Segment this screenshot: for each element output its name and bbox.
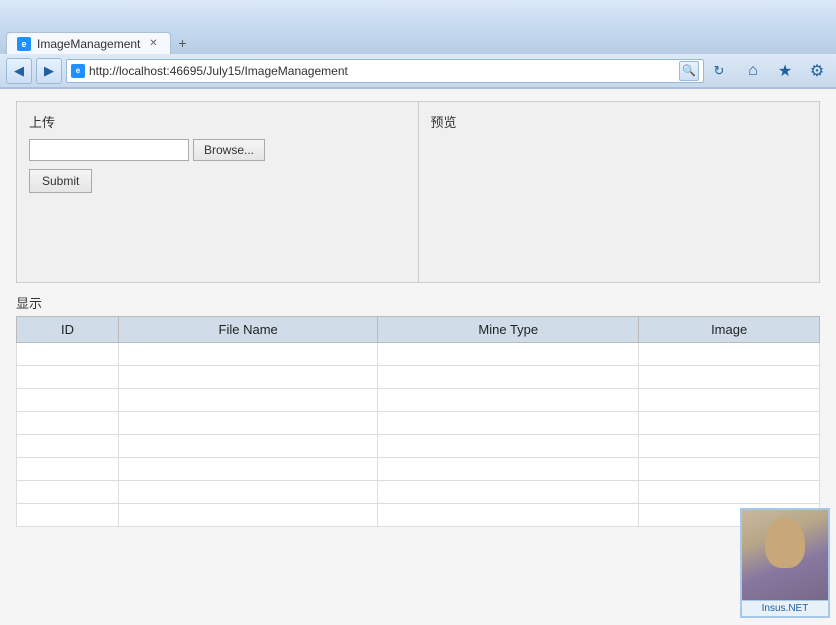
upload-label: 上传 <box>29 112 406 131</box>
tools-button[interactable]: ⚙ <box>804 58 830 84</box>
home-button[interactable]: ⌂ <box>740 58 766 84</box>
submit-button[interactable]: Submit <box>29 169 92 193</box>
tab-title: ImageManagement <box>37 37 140 51</box>
new-tab-button[interactable]: + <box>171 32 193 54</box>
upload-panel: 上传 Browse... Submit <box>17 102 419 282</box>
watermark-label: Insus.NET <box>742 600 828 616</box>
col-image: Image <box>639 317 820 343</box>
back-icon: ◀ <box>14 63 24 79</box>
table-row <box>17 458 820 481</box>
col-minetype: Mine Type <box>378 317 639 343</box>
watermark-photo <box>742 510 828 600</box>
data-table: ID File Name Mine Type Image <box>16 316 820 527</box>
table-row <box>17 366 820 389</box>
address-search-button[interactable]: 🔍 <box>679 61 699 81</box>
address-bar: e 🔍 <box>66 59 704 83</box>
table-header: ID File Name Mine Type Image <box>17 317 820 343</box>
tab-favicon: e <box>17 37 31 51</box>
tools-icon: ⚙ <box>810 61 824 81</box>
tab-close-button[interactable]: ✕ <box>146 37 160 51</box>
address-input[interactable] <box>89 64 675 78</box>
table-row <box>17 435 820 458</box>
table-row <box>17 389 820 412</box>
browse-button[interactable]: Browse... <box>193 139 265 161</box>
active-tab[interactable]: e ImageManagement ✕ <box>6 32 171 54</box>
refresh-icon: ↻ <box>714 63 725 79</box>
table-row <box>17 412 820 435</box>
forward-icon: ▶ <box>44 63 54 79</box>
display-label: 显示 <box>16 293 820 312</box>
table-header-row: ID File Name Mine Type Image <box>17 317 820 343</box>
display-section: 显示 ID File Name Mine Type Image <box>16 293 820 527</box>
page-content: 上传 Browse... Submit 预览 显示 ID File Name M… <box>0 89 836 625</box>
watermark-face <box>765 518 805 568</box>
preview-panel: 预览 <box>419 102 820 282</box>
tab-bar: e ImageManagement ✕ + <box>0 28 836 54</box>
col-id: ID <box>17 317 119 343</box>
back-button[interactable]: ◀ <box>6 58 32 84</box>
favorites-button[interactable]: ★ <box>772 58 798 84</box>
file-path-input[interactable] <box>29 139 189 161</box>
browser-chrome: e ImageManagement ✕ + ◀ ▶ e 🔍 ↻ ⌂ <box>0 0 836 89</box>
search-icon: 🔍 <box>682 64 696 77</box>
watermark-container: Insus.NET <box>740 508 830 618</box>
toolbar-right: ⌂ ★ ⚙ <box>740 58 830 84</box>
table-row <box>17 504 820 527</box>
forward-button[interactable]: ▶ <box>36 58 62 84</box>
file-input-row: Browse... <box>29 139 406 161</box>
home-icon: ⌂ <box>748 62 758 80</box>
star-icon: ★ <box>778 61 792 81</box>
title-bar <box>0 0 836 28</box>
preview-label: 预览 <box>431 112 808 131</box>
refresh-button[interactable]: ↻ <box>708 60 730 82</box>
upload-preview-section: 上传 Browse... Submit 预览 <box>16 101 820 283</box>
table-row <box>17 343 820 366</box>
col-filename: File Name <box>119 317 378 343</box>
table-body <box>17 343 820 527</box>
table-row <box>17 481 820 504</box>
address-favicon: e <box>71 64 85 78</box>
nav-bar: ◀ ▶ e 🔍 ↻ ⌂ ★ ⚙ <box>0 54 836 88</box>
